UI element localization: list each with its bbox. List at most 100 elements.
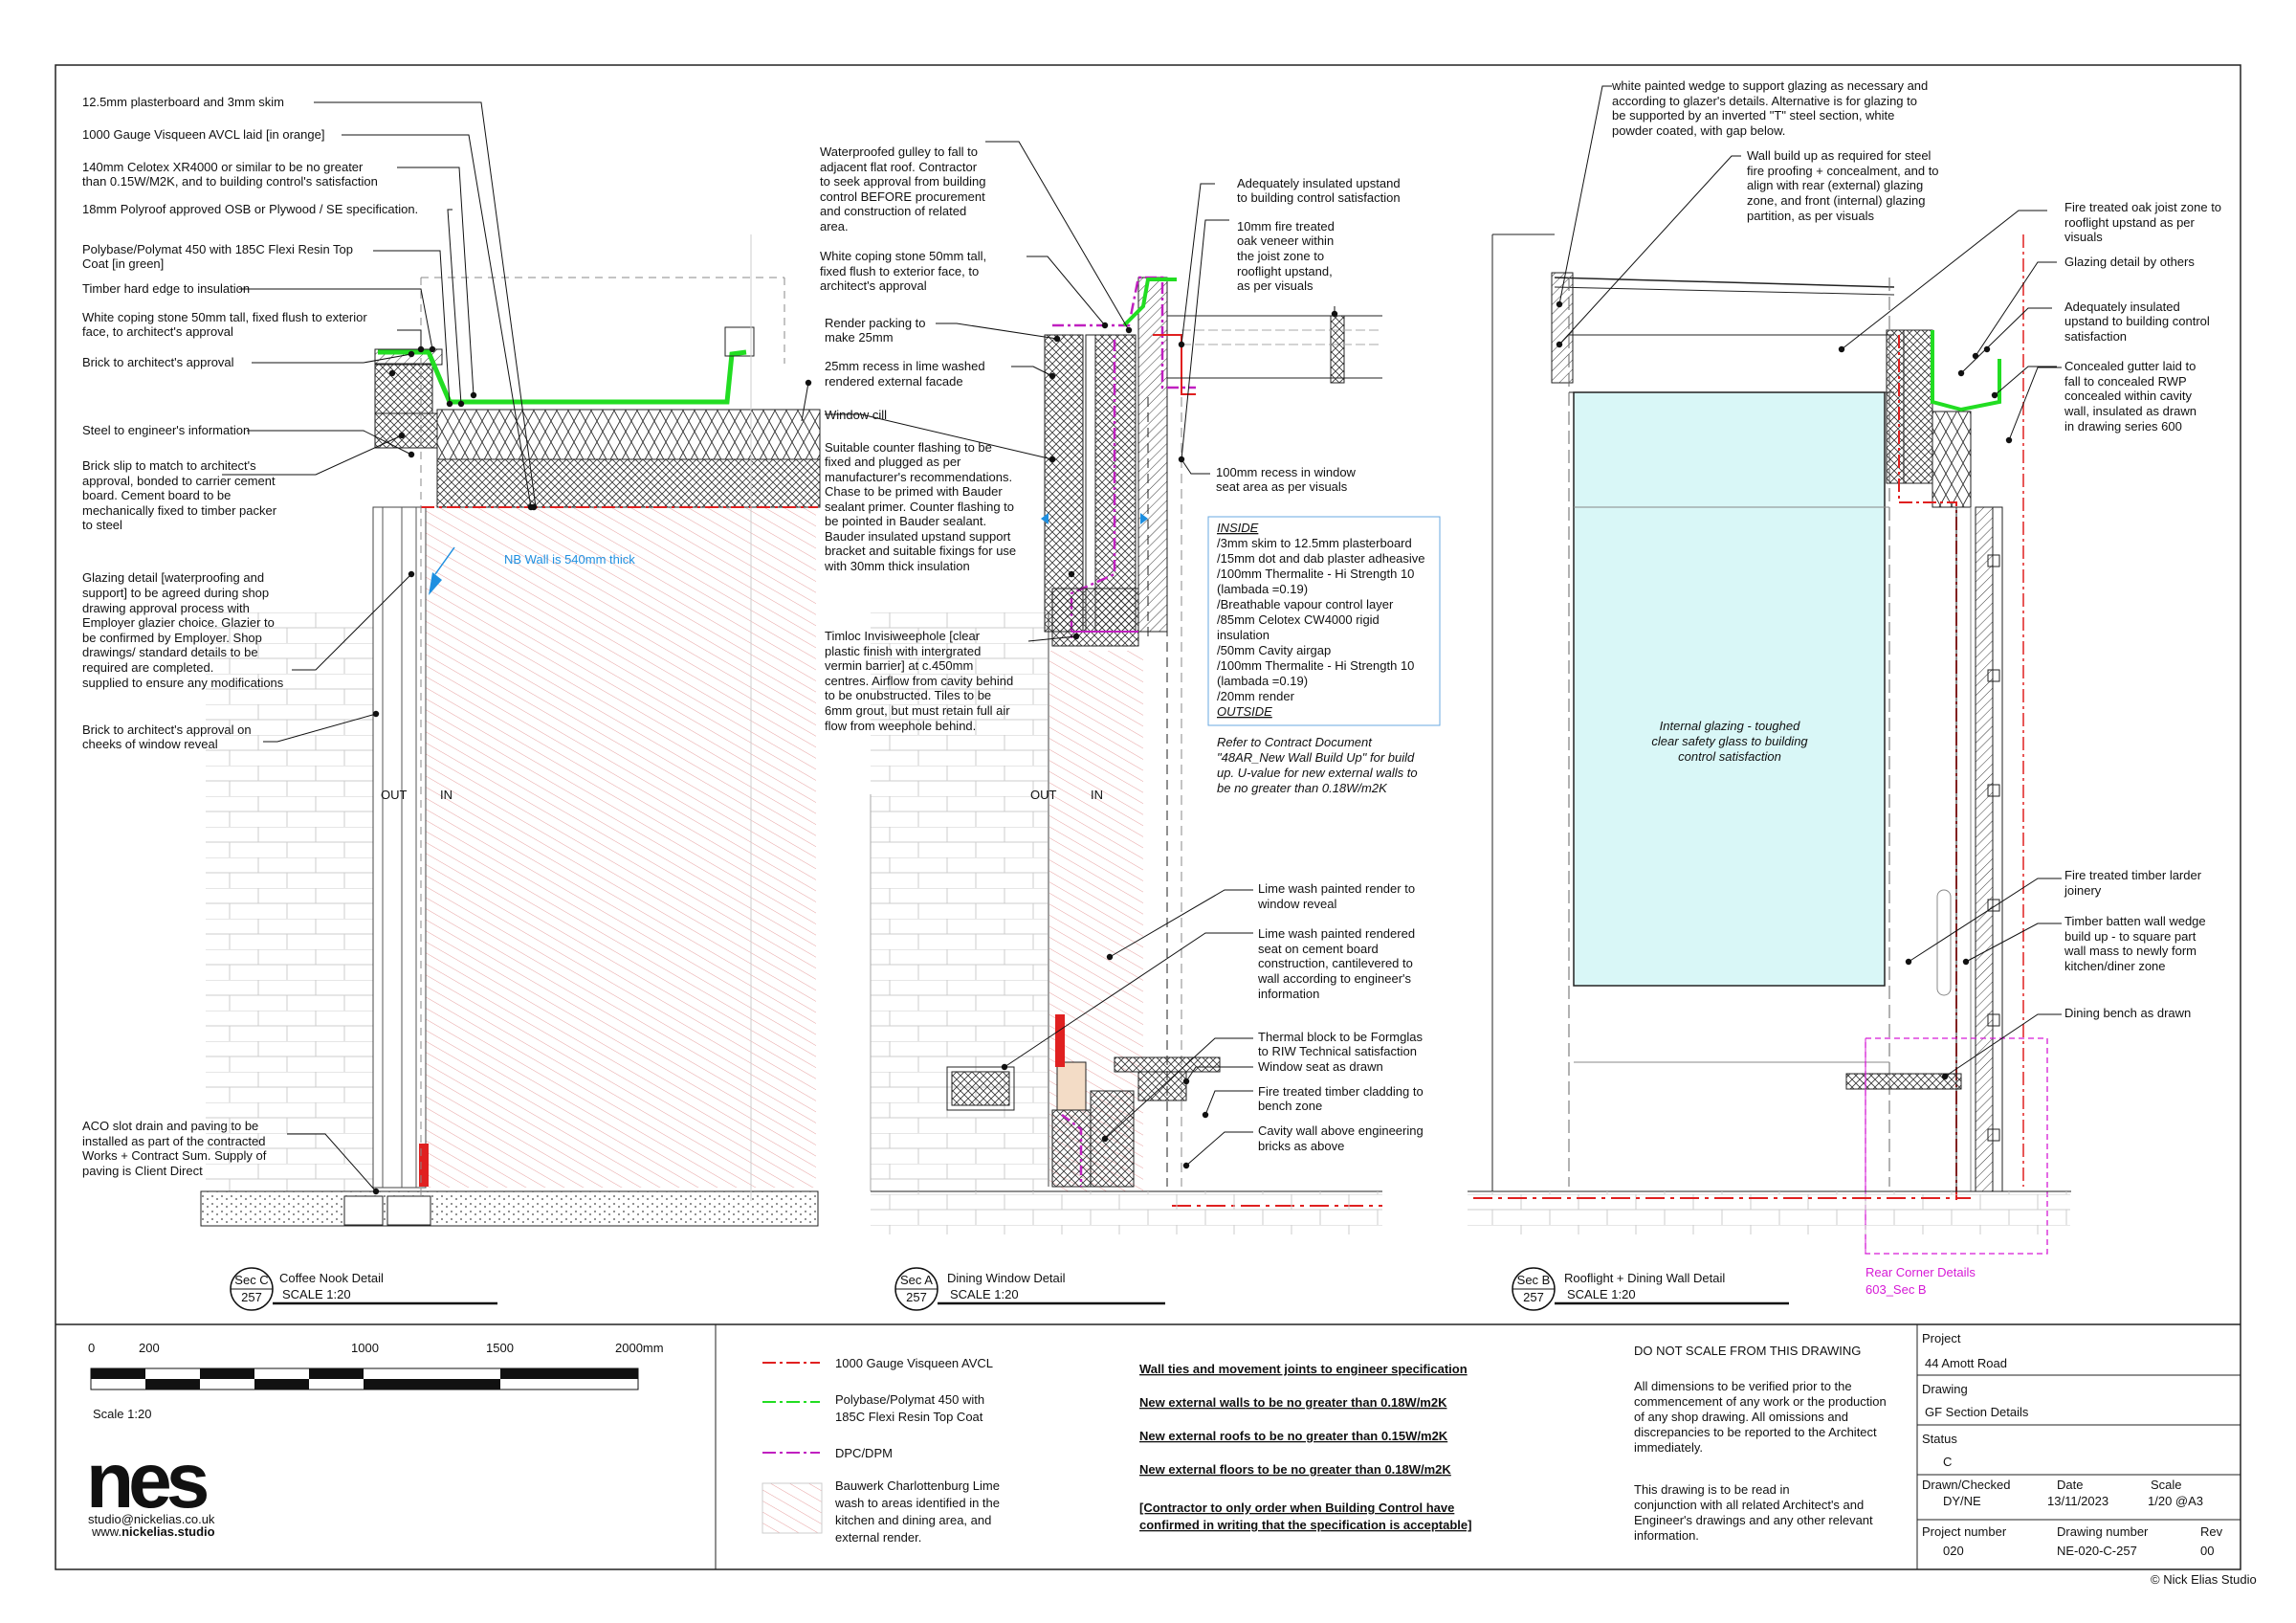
svg-text:required are completed.: required are completed. — [82, 660, 213, 675]
svg-text:bench zone: bench zone — [1258, 1099, 1322, 1113]
drawing-number: NE-020-C-257 — [2057, 1544, 2137, 1558]
svg-text:1500: 1500 — [486, 1341, 514, 1355]
svg-text:Bauder insulated upstand suppo: Bauder insulated upstand support — [825, 529, 1011, 544]
svg-text:Coat [in green]: Coat [in green] — [82, 256, 164, 271]
svg-text:18mm Polyroof approved OSB or: 18mm Polyroof approved OSB or Plywood / … — [82, 202, 418, 216]
svg-text:1000 Gauge Visqueen AVCL laid: 1000 Gauge Visqueen AVCL laid [in orange… — [82, 127, 324, 142]
svg-text:Polybase/Polymat 450 with 185C: Polybase/Polymat 450 with 185C Flexi Res… — [82, 242, 353, 256]
svg-text:be no greater than 0.18W/m2K: be no greater than 0.18W/m2K — [1217, 781, 1388, 795]
in-label-2: IN — [1091, 788, 1103, 802]
svg-text:Render packing to: Render packing to — [825, 316, 926, 330]
dining-window-detail: OUT IN Waterproofed gulley to fall to ad… — [750, 141, 1441, 1311]
svg-text:in drawing series 600: in drawing series 600 — [2064, 419, 2182, 434]
svg-text:Adequately insulated upstand: Adequately insulated upstand — [1237, 176, 1401, 190]
svg-text:fire proofing + concealment, a: fire proofing + concealment, and to — [1747, 164, 1939, 178]
svg-text:Drawn/Checked: Drawn/Checked — [1922, 1478, 2011, 1492]
svg-text:Lime wash painted rendered: Lime wash painted rendered — [1258, 926, 1415, 941]
svg-text:make 25mm: make 25mm — [825, 330, 894, 345]
svg-text:rendered external facade: rendered external facade — [825, 374, 963, 389]
svg-text:(lambada =0.19): (lambada =0.19) — [1217, 582, 1308, 596]
svg-text:insulation: insulation — [1217, 628, 1269, 642]
svg-text:1000: 1000 — [351, 1341, 379, 1355]
svg-text:100mm recess in window: 100mm recess in window — [1216, 465, 1357, 479]
svg-text:window reveal: window reveal — [1257, 897, 1336, 911]
svg-text:fixed flush to exterior face,: fixed flush to exterior face, to — [820, 264, 979, 278]
svg-text:Status: Status — [1922, 1432, 1957, 1446]
out-label-2: OUT — [1030, 788, 1057, 802]
svg-text:board. Cement board to be: board. Cement board to be — [82, 488, 231, 502]
legend-dpc-label: DPC/DPM — [835, 1446, 893, 1460]
svg-text:Sec B: Sec B — [1517, 1273, 1551, 1287]
svg-text:to building control satisfacti: to building control satisfaction — [1237, 190, 1401, 205]
svg-text:2000mm: 2000mm — [615, 1341, 664, 1355]
svg-text:visuals: visuals — [2064, 230, 2103, 244]
svg-text:kitchen/diner zone: kitchen/diner zone — [2064, 959, 2166, 973]
scale-bar: 0 200 1000 1500 2000mm Scale 1:20 — [88, 1341, 664, 1421]
svg-text:New external floors to be no g: New external floors to be no greater tha… — [1139, 1462, 1451, 1477]
svg-text:Glazing detail by others: Glazing detail by others — [2064, 255, 2195, 269]
svg-text:Rev: Rev — [2200, 1524, 2223, 1539]
svg-text:area.: area. — [820, 219, 849, 233]
contract-document-note: Refer to Contract Document "48AR_New Wal… — [1217, 735, 1418, 795]
svg-text:Wall ties and movement joints: Wall ties and movement joints to enginee… — [1139, 1362, 1468, 1376]
svg-text:powder coated, with gap below.: powder coated, with gap below. — [1612, 123, 1785, 138]
svg-text:plastic finish with intergrate: plastic finish with intergrated — [825, 644, 981, 658]
svg-text:to RIW Technical satisfaction: to RIW Technical satisfaction — [1258, 1044, 1417, 1058]
svg-text:construction, cantilevered to: construction, cantilevered to — [1258, 956, 1413, 970]
svg-text:Drawing number: Drawing number — [2057, 1524, 2149, 1539]
svg-text:1/20 @A3: 1/20 @A3 — [2148, 1494, 2203, 1508]
svg-text:/15mm dot and dab plaster adhe: /15mm dot and dab plaster adheasive — [1217, 551, 1425, 566]
disclaimer: DO NOT SCALE FROM THIS DRAWING All dimen… — [1634, 1344, 1887, 1543]
svg-text:mechanically fixed to timber p: mechanically fixed to timber packer — [82, 503, 277, 518]
svg-text:rooflight upstand,: rooflight upstand, — [1237, 264, 1333, 278]
svg-text:wash to areas identified in th: wash to areas identified in the — [834, 1496, 1000, 1510]
svg-text:Refer to Contract Document: Refer to Contract Document — [1217, 735, 1373, 749]
svg-text:Window cill: Window cill — [825, 408, 887, 422]
svg-text:conjunction with all related A: conjunction with all related Architect's… — [1634, 1498, 1864, 1512]
svg-text:be pointed in Bauder sealant.: be pointed in Bauder sealant. — [825, 514, 986, 528]
svg-text:140mm Celotex XR4000 or simila: 140mm Celotex XR4000 or similar to be no… — [82, 160, 364, 174]
svg-text:12.5mm plasterboard and 3mm sk: 12.5mm plasterboard and 3mm skim — [82, 95, 284, 109]
svg-text:cheeks of window reveal: cheeks of window reveal — [82, 737, 218, 751]
svg-text:centres. Airflow from cavity b: centres. Airflow from cavity behind — [825, 674, 1013, 688]
svg-text:concealed within cavity: concealed within cavity — [2064, 389, 2192, 403]
svg-text:185C Flexi Resin Top Coat: 185C Flexi Resin Top Coat — [835, 1410, 983, 1424]
wall-buildup-text: INSIDE /3mm skim to 12.5mm plasterboard … — [1217, 521, 1425, 719]
svg-text:200: 200 — [139, 1341, 160, 1355]
svg-text:control BEFORE procurement: control BEFORE procurement — [820, 189, 985, 204]
svg-text:Thermal block to be Formglas: Thermal block to be Formglas — [1258, 1030, 1423, 1044]
svg-text:White coping stone 50mm tall,: White coping stone 50mm tall, — [820, 249, 986, 263]
svg-text:(lambada =0.19): (lambada =0.19) — [1217, 674, 1308, 688]
svg-text:Fire treated timber larder: Fire treated timber larder — [2064, 868, 2202, 882]
svg-text:confirmed in writing that the: confirmed in writing that the specificat… — [1139, 1518, 1471, 1532]
svg-text:flow from weephole behind.: flow from weephole behind. — [825, 719, 976, 733]
svg-text:immediately.: immediately. — [1634, 1440, 1703, 1455]
svg-text:Timber batten wall wedge: Timber batten wall wedge — [2064, 914, 2206, 928]
in-label: IN — [440, 788, 453, 802]
svg-text:Timber hard edge to insulation: Timber hard edge to insulation — [82, 281, 250, 296]
svg-text:Wall build up as required for: Wall build up as required for steel — [1747, 148, 1932, 163]
svg-text:partition, as per visuals: partition, as per visuals — [1747, 209, 1874, 223]
svg-text:/50mm Cavity airgap: /50mm Cavity airgap — [1217, 643, 1331, 657]
svg-text:[Contractor to only order when: [Contractor to only order when Building … — [1139, 1501, 1454, 1515]
svg-text:Steel to engineer's informatio: Steel to engineer's information — [82, 423, 250, 437]
svg-text:and construction of related: and construction of related — [820, 204, 966, 218]
svg-text:clear safety glass to building: clear safety glass to building — [1651, 734, 1808, 748]
svg-text:This drawing is to be read in: This drawing is to be read in — [1634, 1482, 1790, 1497]
svg-text:align with rear (external) gla: align with rear (external) glazing — [1747, 178, 1923, 192]
status-value: C — [1943, 1455, 1952, 1469]
svg-text:adjacent flat roof. Contractor: adjacent flat roof. Contractor — [820, 160, 978, 174]
svg-text:6mm grout, but must retain ful: 6mm grout, but must retain full air — [825, 703, 1010, 718]
svg-text:Rear Corner Details: Rear Corner Details — [1866, 1265, 1976, 1279]
svg-text:be confirmed by Employer. Shop: be confirmed by Employer. Shop — [82, 631, 262, 645]
svg-text:architect's approval: architect's approval — [820, 278, 927, 293]
svg-text:Works + Contract Sum. Supply o: Works + Contract Sum. Supply of — [82, 1148, 267, 1163]
svg-text:according to glazer's details.: according to glazer's details. Alternati… — [1612, 94, 1917, 108]
svg-text:external render.: external render. — [835, 1530, 921, 1545]
svg-text:Project number: Project number — [1922, 1524, 2007, 1539]
svg-text:as per visuals: as per visuals — [1237, 278, 1314, 293]
svg-text:vermin barrier] at c.450mm: vermin barrier] at c.450mm — [825, 658, 973, 673]
svg-text:Lime wash painted render to: Lime wash painted render to — [1258, 881, 1415, 896]
svg-text:Fire treated oak joist zone to: Fire treated oak joist zone to — [2064, 200, 2221, 214]
svg-text:drawings/ standard details to: drawings/ standard details to be — [82, 645, 258, 659]
